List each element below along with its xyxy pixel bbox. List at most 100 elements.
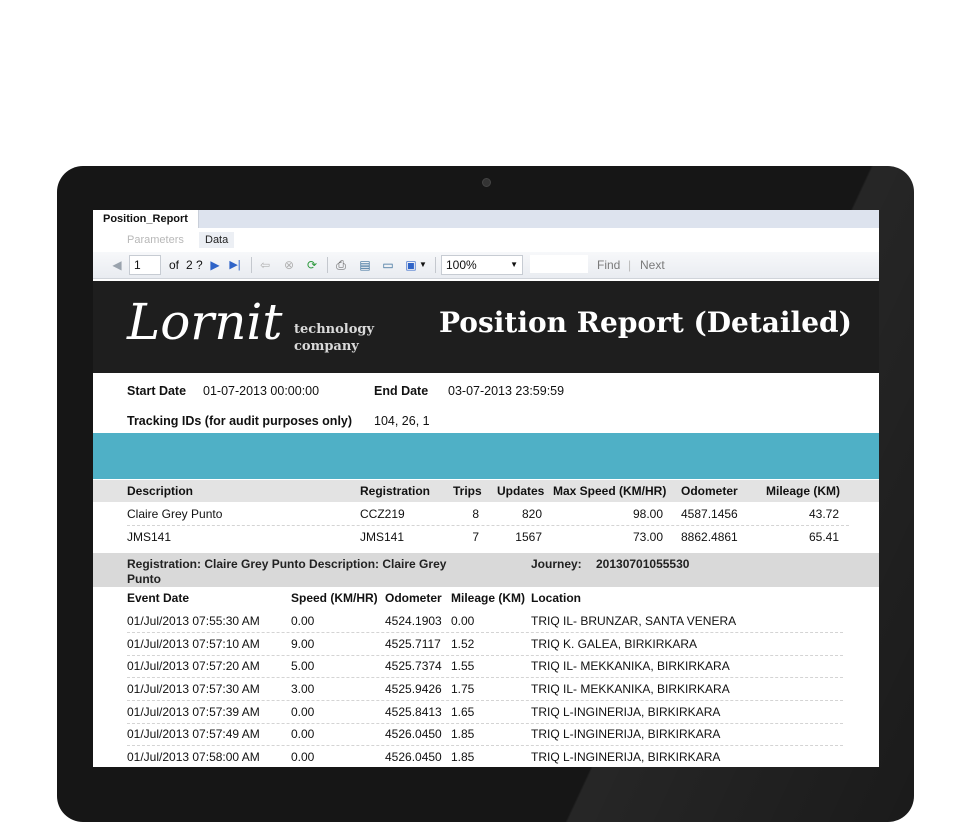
event-cell-date: 01/Jul/2013 07:57:30 AM — [127, 682, 260, 696]
event-cell-speed: 0.00 — [291, 750, 315, 764]
event-cell-mileage: 1.75 — [451, 682, 475, 696]
refresh-icon[interactable]: ⟳ — [304, 256, 320, 274]
summary-col-trips: Trips — [453, 484, 482, 498]
summary-col-updates: Updates — [497, 484, 545, 498]
print-layout-icon[interactable]: ▤ — [357, 256, 373, 274]
event-cell-odometer: 4525.7117 — [385, 637, 441, 651]
table-row: 01/Jul/2013 07:57:10 AM 9.00 4525.7117 1… — [93, 633, 879, 656]
summary-col-registration: Registration — [360, 484, 431, 498]
report-toolbar: ◀ 1 of 2 ? ▶ ▶| ⇦ ⊗ ⟳ ⎙ ▤ ▭ ▣ ▼ 100% ▼ F… — [93, 252, 879, 279]
report-header: Lornit technology company Position Repor… — [93, 281, 879, 373]
event-cell-mileage: 0.00 — [451, 614, 475, 628]
company-tagline: technology company — [294, 321, 374, 355]
tablet-frame: Position_Report Parameters Data ◀ 1 of 2… — [57, 166, 914, 822]
report-title: Position Report (Detailed) — [439, 306, 852, 339]
journey-registration-line1: Registration: Claire Grey Punto Descript… — [127, 557, 447, 571]
find-input[interactable] — [530, 255, 588, 273]
event-cell-mileage: 1.85 — [451, 750, 475, 764]
summary-col-odometer: Odometer — [681, 484, 738, 498]
zoom-select[interactable]: 100% ▼ — [441, 255, 523, 275]
summary-cell-updates: 1567 — [515, 530, 542, 544]
table-row: 01/Jul/2013 07:55:30 AM 0.00 4524.1903 0… — [93, 610, 879, 633]
event-cell-date: 01/Jul/2013 07:57:49 AM — [127, 727, 260, 741]
journey-group-header: Registration: Claire Grey Punto Descript… — [93, 553, 879, 587]
event-col-location: Location — [531, 591, 581, 605]
next-link[interactable]: Next — [640, 256, 665, 274]
end-date-value: 03-07-2013 23:59:59 — [448, 384, 565, 398]
journey-value: 20130701055530 — [596, 557, 690, 571]
last-page-icon[interactable]: ▶| — [227, 256, 243, 274]
section-banner — [93, 433, 879, 479]
tab-position-report[interactable]: Position_Report — [93, 210, 199, 228]
table-row: 01/Jul/2013 07:58:00 AM 0.00 4526.0450 1… — [93, 746, 879, 767]
event-col-date: Event Date — [127, 591, 190, 605]
summary-cell-updates: 820 — [521, 507, 542, 521]
tracking-ids-label: Tracking IDs (for audit purposes only) — [127, 414, 353, 428]
page-setup-icon[interactable]: ▭ — [380, 256, 396, 274]
print-icon[interactable]: ⎙ — [333, 256, 349, 274]
event-cell-speed: 0.00 — [291, 705, 315, 719]
export-icon[interactable]: ▣ — [403, 256, 419, 274]
summary-cell-trips: 7 — [472, 530, 479, 544]
summary-col-mileage: Mileage (KM) — [766, 484, 841, 498]
event-cell-speed: 0.00 — [291, 614, 315, 628]
event-cell-odometer: 4525.7374 — [385, 659, 442, 673]
back-icon[interactable]: ⇦ — [257, 256, 273, 274]
start-date-value: 01-07-2013 00:00:00 — [203, 384, 320, 398]
tab-strip: Position_Report — [93, 210, 879, 228]
prev-page-icon[interactable]: ◀ — [109, 256, 125, 274]
event-cell-location: TRIQ IL- MEKKANIKA, BIRKIRKARA — [531, 682, 730, 696]
summary-cell-odometer: 4587.1456 — [681, 507, 738, 521]
event-cell-date: 01/Jul/2013 07:57:39 AM — [127, 705, 260, 719]
table-row: 01/Jul/2013 07:57:49 AM 0.00 4526.0450 1… — [93, 723, 879, 746]
event-cell-speed: 9.00 — [291, 637, 315, 651]
summary-cell-description: JMS141 — [127, 530, 172, 544]
table-row: Claire Grey Punto CCZ219 8 820 98.00 458… — [93, 503, 879, 526]
event-cell-location: TRIQ IL- MEKKANIKA, BIRKIRKARA — [531, 659, 730, 673]
page-total: 2 ? — [186, 258, 203, 272]
table-row: 01/Jul/2013 07:57:39 AM 0.00 4525.8413 1… — [93, 701, 879, 724]
start-date-label: Start Date — [127, 384, 187, 398]
event-cell-odometer: 4526.0450 — [385, 750, 442, 764]
next-page-icon[interactable]: ▶ — [207, 256, 223, 274]
export-dropdown-icon[interactable]: ▼ — [419, 256, 427, 274]
end-date-label: End Date — [374, 384, 429, 398]
tracking-ids-value: 104, 26, 1 — [374, 414, 430, 428]
event-cell-location: TRIQ IL- BRUNZAR, SANTA VENERA — [531, 614, 737, 628]
find-link[interactable]: Find — [597, 256, 620, 274]
event-cell-location: TRIQ L-INGINERIJA, BIRKIRKARA — [531, 705, 721, 719]
summary-cell-odometer: 8862.4861 — [681, 530, 738, 544]
tab-data[interactable]: Data — [199, 232, 235, 248]
event-cell-odometer: 4524.1903 — [385, 614, 442, 628]
event-cell-odometer: 4525.9426 — [385, 682, 442, 696]
summary-cell-mileage: 43.72 — [808, 507, 839, 521]
tagline-line1: technology — [294, 322, 375, 337]
chevron-down-icon: ▼ — [510, 260, 518, 269]
page-number-input[interactable]: 1 — [129, 255, 161, 275]
summary-cell-max-speed: 98.00 — [632, 507, 663, 521]
summary-cell-max-speed: 73.00 — [632, 530, 663, 544]
summary-cell-registration: JMS141 — [360, 530, 405, 544]
event-cell-mileage: 1.55 — [451, 659, 475, 673]
zoom-value: 100% — [446, 258, 477, 272]
table-row: JMS141 JMS141 7 1567 73.00 8862.4861 65.… — [93, 526, 879, 549]
event-cell-date: 01/Jul/2013 07:57:20 AM — [127, 659, 260, 673]
event-col-speed: Speed (KM/HR) — [291, 591, 378, 605]
summary-col-max-speed: Max Speed (KM/HR) — [553, 484, 667, 498]
event-cell-odometer: 4526.0450 — [385, 727, 442, 741]
summary-cell-description: Claire Grey Punto — [127, 507, 223, 521]
stop-icon[interactable]: ⊗ — [281, 256, 297, 274]
event-cell-date: 01/Jul/2013 07:55:30 AM — [127, 614, 260, 628]
event-cell-odometer: 4525.8413 — [385, 705, 442, 719]
event-cell-date: 01/Jul/2013 07:57:10 AM — [127, 637, 260, 651]
tagline-line2: company — [294, 339, 359, 354]
journey-label: Journey: — [531, 557, 582, 571]
find-divider: | — [628, 258, 632, 272]
event-cell-speed: 5.00 — [291, 659, 315, 673]
event-cell-mileage: 1.52 — [451, 637, 475, 651]
tab-parameters[interactable]: Parameters — [127, 234, 184, 246]
event-cell-speed: 0.00 — [291, 727, 315, 741]
page-of-label: of — [169, 258, 180, 272]
summary-cell-registration: CCZ219 — [360, 507, 405, 521]
event-cell-mileage: 1.65 — [451, 705, 475, 719]
